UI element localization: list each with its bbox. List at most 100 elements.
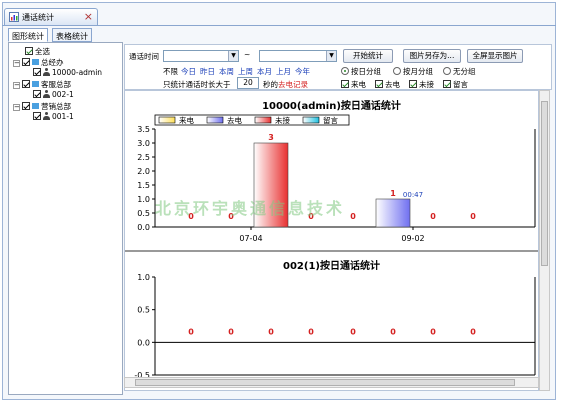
outgoing-checkbox[interactable] bbox=[375, 80, 383, 88]
quick-unlimited[interactable]: 不限 bbox=[163, 66, 178, 77]
y-tick-label: 0.0 bbox=[137, 338, 150, 347]
user-icon bbox=[43, 90, 50, 98]
collapse-icon[interactable]: − bbox=[13, 60, 20, 67]
department-icon bbox=[32, 81, 39, 87]
user-checkbox[interactable] bbox=[33, 68, 41, 76]
tree-select-all[interactable]: 全选 bbox=[25, 46, 50, 56]
department-icon bbox=[32, 59, 39, 65]
quick-last-month[interactable]: 上月 bbox=[276, 66, 291, 77]
bar-value-label: 0 bbox=[430, 327, 436, 336]
duration-annotation: 00:47 bbox=[403, 191, 423, 199]
tree-node-label: 客服总部 bbox=[41, 80, 71, 89]
start-date-select[interactable]: ▼ bbox=[163, 50, 239, 62]
tree-node-dept[interactable]: − 营销总部 bbox=[13, 101, 71, 111]
department-tree: 全选 − 总经办 10000-admin − 客服总部 002-1 − 营销总部 00… bbox=[8, 42, 123, 395]
dept-checkbox[interactable] bbox=[22, 102, 30, 110]
quick-last-week[interactable]: 上周 bbox=[238, 66, 253, 77]
group-by-month-label: 按月分组 bbox=[403, 67, 433, 76]
y-tick-label: 1.0 bbox=[137, 195, 150, 204]
dept-checkbox[interactable] bbox=[22, 80, 30, 88]
range-separator: ~ bbox=[244, 50, 251, 59]
quick-yesterday[interactable]: 昨日 bbox=[200, 66, 215, 77]
document-tab-title: 通话统计 bbox=[22, 13, 54, 22]
chart1-title: 10000(admin)按日通话统计 bbox=[262, 101, 401, 112]
y-tick-label: 0.5 bbox=[137, 306, 150, 315]
vertical-scrollbar[interactable] bbox=[539, 90, 550, 391]
no-grouping-option[interactable]: 无分组 bbox=[443, 66, 476, 77]
user-icon bbox=[43, 112, 50, 120]
tree-leaf-user[interactable]: 002-1 bbox=[33, 90, 74, 100]
horizontal-scroll-thumb[interactable] bbox=[135, 379, 515, 386]
filter-toolbar: 通话时间 ▼ ~ ▼ 开始统计 图片另存为... 全屏显示图片 不限 今日 昨日… bbox=[124, 44, 552, 90]
bar bbox=[375, 198, 411, 228]
close-icon[interactable]: × bbox=[84, 10, 93, 23]
group-by-day-option[interactable]: 按日分组 bbox=[341, 66, 381, 77]
vertical-scroll-thumb[interactable] bbox=[541, 101, 548, 266]
chart-separator bbox=[125, 250, 538, 252]
tree-node-dept[interactable]: − 总经办 bbox=[13, 57, 64, 67]
tree-leaf-label: 001-1 bbox=[52, 112, 74, 121]
select-all-checkbox[interactable] bbox=[25, 47, 33, 55]
tab-graph-stats[interactable]: 图形统计 bbox=[8, 28, 48, 42]
legend-label: 来电 bbox=[179, 115, 194, 125]
chart2-plot: 1.00.50.0-0.50 0 0 0 0 0 0 0 bbox=[134, 273, 536, 379]
x-tick-label: 09-02 bbox=[401, 234, 424, 243]
group-by-month-option[interactable]: 按月分组 bbox=[393, 66, 433, 77]
chart1-plot: 0.0 0.5 1.0 1.5 2.0 2.5 3.0 3.5 来电 去电 未接 留言 0 0 3 0 07-0… bbox=[137, 114, 536, 243]
bar-value-label: 0 bbox=[268, 327, 274, 336]
missed-checkbox[interactable] bbox=[409, 80, 417, 88]
legend-swatch bbox=[158, 116, 176, 124]
quick-today[interactable]: 今日 bbox=[181, 66, 196, 77]
incoming-checkbox[interactable] bbox=[341, 80, 349, 88]
tab-table-stats[interactable]: 表格统计 bbox=[52, 28, 92, 42]
tree-leaf-label: 002-1 bbox=[52, 90, 74, 99]
bar-value-label: 0 bbox=[430, 212, 436, 221]
quick-this-week[interactable]: 本周 bbox=[219, 66, 234, 77]
tabstrip-divider bbox=[2, 25, 556, 26]
y-tick-label: 1.5 bbox=[137, 181, 150, 190]
legend-label: 留言 bbox=[323, 115, 338, 125]
save-image-button[interactable]: 图片另存为... bbox=[403, 49, 461, 63]
legend-swatch bbox=[206, 116, 224, 124]
chevron-down-icon[interactable]: ▼ bbox=[228, 51, 238, 61]
filter-missed[interactable]: 未接 bbox=[409, 79, 434, 90]
user-checkbox[interactable] bbox=[33, 90, 41, 98]
bar-value-label: 0 bbox=[188, 327, 194, 336]
duration-input[interactable]: 20 bbox=[237, 77, 259, 89]
chevron-down-icon[interactable]: ▼ bbox=[326, 51, 336, 61]
quick-this-month[interactable]: 本月 bbox=[257, 66, 272, 77]
dept-checkbox[interactable] bbox=[22, 58, 30, 66]
duration-suffix: 秒的去电记录 bbox=[263, 79, 308, 90]
filter-incoming[interactable]: 来电 bbox=[341, 79, 366, 90]
tree-node-dept[interactable]: − 客服总部 bbox=[13, 79, 71, 89]
collapse-icon[interactable]: − bbox=[13, 82, 20, 89]
tree-leaf-user[interactable]: 001-1 bbox=[33, 112, 74, 122]
y-tick-label: 3.0 bbox=[137, 139, 150, 148]
tree-leaf-user[interactable]: 10000-admin bbox=[33, 68, 102, 78]
quick-this-year[interactable]: 今年 bbox=[295, 66, 310, 77]
filter-outgoing-label: 去电 bbox=[385, 80, 400, 89]
collapse-icon[interactable]: − bbox=[13, 104, 20, 111]
bar-value-label: 3 bbox=[268, 133, 274, 142]
tab-table-stats-label: 表格统计 bbox=[56, 32, 88, 41]
y-tick-label: 0.5 bbox=[137, 209, 150, 218]
horizontal-scrollbar[interactable] bbox=[124, 377, 539, 388]
end-date-select[interactable]: ▼ bbox=[259, 50, 337, 62]
filter-outgoing[interactable]: 去电 bbox=[375, 79, 400, 90]
message-checkbox[interactable] bbox=[443, 80, 451, 88]
start-stats-button[interactable]: 开始统计 bbox=[343, 49, 393, 63]
company-watermark: 北京环宇奥通信息技术 bbox=[155, 199, 346, 218]
filter-message[interactable]: 留言 bbox=[443, 79, 468, 90]
document-tab[interactable]: 通话统计 × bbox=[4, 8, 98, 25]
bar-value-label: 0 bbox=[470, 212, 476, 221]
bar-value-label: 0 bbox=[308, 327, 314, 336]
radio-unselected[interactable] bbox=[393, 67, 401, 75]
chart-area[interactable]: 10000(admin)按日通话统计 0.0 0.5 1.0 1.5 2.0 2.5 3.0… bbox=[124, 90, 539, 391]
radio-selected[interactable] bbox=[341, 67, 349, 75]
radio-unselected[interactable] bbox=[443, 67, 451, 75]
bar-value-label: 0 bbox=[228, 327, 234, 336]
user-checkbox[interactable] bbox=[33, 112, 41, 120]
legend-label: 去电 bbox=[227, 115, 242, 125]
fullscreen-image-button[interactable]: 全屏显示图片 bbox=[467, 49, 523, 63]
user-icon bbox=[43, 68, 50, 76]
